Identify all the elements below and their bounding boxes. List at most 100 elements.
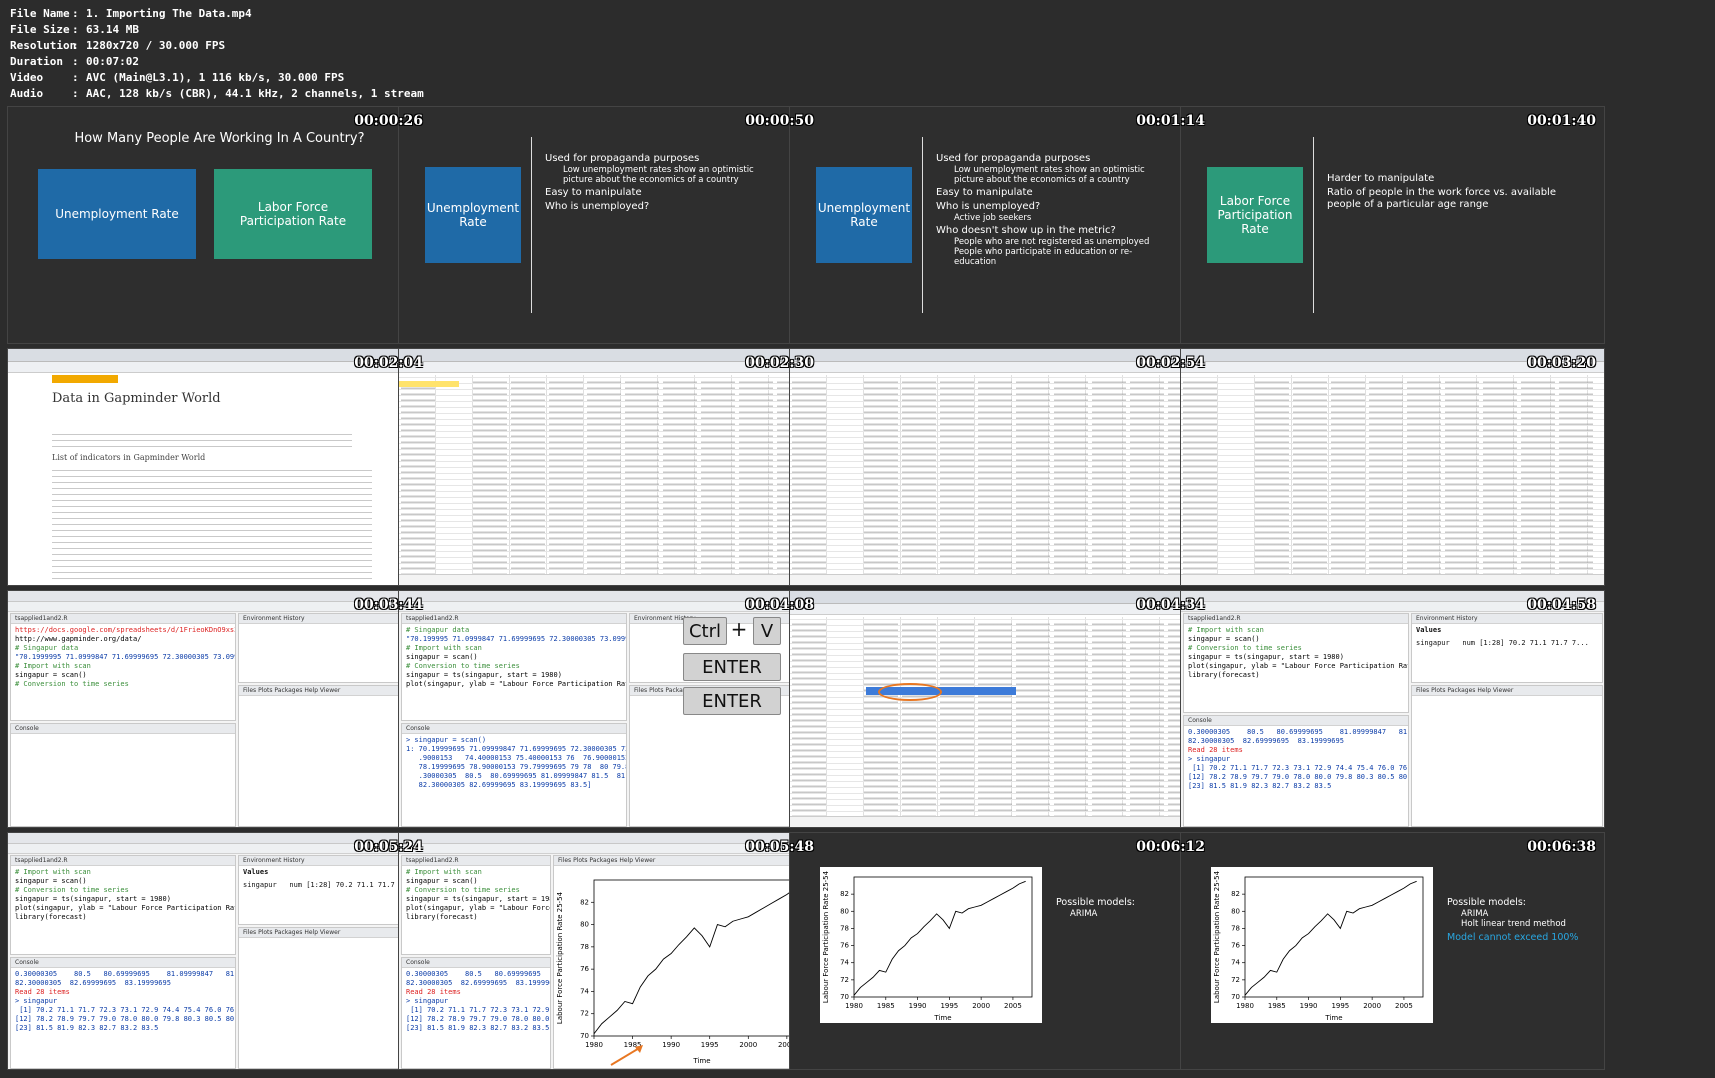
y-tick-label: 72 [840,976,849,984]
code-line: singapur = scan() [15,877,87,885]
list-title: List of indicators in Gapminder World [52,453,206,462]
thumb-5[interactable]: Data in Gapminder World List of indicato… [7,348,432,586]
thumb-10[interactable]: tsapplied1and2.R # Singapur data "70.1999… [398,590,823,828]
files-pane[interactable]: Files Plots Packages Help Viewer [1411,685,1603,827]
model-item: ARIMA [1461,909,1489,919]
y-tick-label: 74 [580,987,589,995]
thumb-2[interactable]: Unemployment Rate Used for propaganda pu… [398,106,823,344]
code-line: 82.30000305 82.69999695 83.19999695 [1188,737,1344,745]
code-line: # Conversion to time series [406,662,520,670]
plot-frame [1244,876,1424,998]
file-info-row: File Name:1. Importing The Data.mp4 [10,6,424,22]
source-editor[interactable]: tsapplied1and2.R # Import with scan singa… [401,855,551,955]
thumb-13[interactable]: tsapplied1and2.R # Import with scan singa… [7,832,432,1070]
code-line: [23] 81.5 81.9 82.3 82.7 83.2 83.5 [1188,782,1332,790]
indicator-table[interactable] [52,469,372,579]
timestamp: 00:03:44 [354,597,423,613]
divider [922,137,923,313]
file-info-colon: : [72,87,79,100]
console[interactable]: Console [10,723,236,827]
plot-frame [593,879,811,1037]
thumb-16[interactable]: 1980 1985 1990 1995 2000 2005 70 72 74 76 78 80 82 Ti… [1180,832,1605,1070]
environment-pane[interactable]: Environment History Values singapur num … [1411,613,1603,683]
thumb-7[interactable]: 00:02:54 [789,348,1214,586]
code-line: 0.30000305 80.5 80.69999695 81.09999847 … [15,970,236,978]
timestamp: 00:06:38 [1527,839,1596,855]
timestamp: 00:04:34 [1136,597,1205,613]
code-line: 78.19999695 78.90000153 79.79999695 79 7… [418,763,626,771]
thumb-6[interactable]: 00:02:30 [398,348,823,586]
bullet-list: Harder to manipulate Ratio of people in … [1327,171,1557,211]
file-info-value: 1. Importing The Data.mp4 [86,7,252,20]
timestamp: 00:02:04 [354,355,423,371]
source-editor[interactable]: tsapplied1and2.R # Import with scan singa… [10,855,236,955]
console[interactable]: Console > singapur = scan() 1: 70.1999969… [401,723,627,827]
code-line: https://docs.google.com/spreadsheets/d/1… [15,626,236,634]
file-info-value: 63.14 MB [86,23,139,36]
y-tick-label: 72 [580,1010,589,1018]
code-line: [23] 81.5 81.9 82.3 82.7 83.2 83.5 [15,1024,159,1032]
plots-pane[interactable]: Files Plots Packages Help Viewer 1980 198… [553,855,821,1069]
spreadsheet[interactable] [790,375,1213,575]
code-line: # Import with scan [1188,626,1264,634]
thumb-9[interactable]: tsapplied1and2.R https://docs.google.com… [7,590,432,828]
rstudio-window: tsapplied1and2.R # Singapur data "70.1999… [399,591,822,827]
code-line: # Conversion to time series [1188,644,1302,652]
file-info-colon: : [72,55,79,68]
source-editor[interactable]: tsapplied1and2.R # Import with scan singa… [1183,613,1409,713]
lfpr-box: Labor Force Participation Rate [214,169,372,259]
plot-image: 1980 1985 1990 1995 2000 2005 70 72 74 76 78 80 82 Ti… [1211,867,1433,1023]
thumb-15[interactable]: 1980 1985 1990 1995 2000 2005 70 72 74 76 78 80 82 Ti… [789,832,1214,1070]
console[interactable]: Console 0.30000305 80.5 80.69999695 81.0… [10,957,236,1069]
bullet: Who doesn't show up in the metric? [936,225,1116,236]
code-line: plot(singapur, ylab = "Labour Force Part… [15,904,236,912]
source-editor[interactable]: tsapplied1and2.R # Singapur data "70.1999… [401,613,627,721]
thumb-1[interactable]: How Many People Are Working In A Country… [7,106,432,344]
selected-cell[interactable] [399,381,459,387]
code-line: "70.1999995 71.0999847 71.69999695 72.30… [15,653,236,661]
code-line: > singapur [1188,755,1231,763]
key-ctrl: Ctrl [683,617,727,645]
divider [1313,137,1314,313]
spreadsheet[interactable] [399,375,822,575]
y-tick-label: 76 [580,965,589,973]
console[interactable]: Console 0.30000305 80.5 80.69999695 81.0… [401,957,551,1069]
code-line: # Singapur data [15,644,79,652]
file-info-key: File Size [10,23,70,36]
thumb-14[interactable]: tsapplied1and2.R # Import with scan singa… [398,832,823,1070]
code-line: # Conversion to time series [15,886,129,894]
key-plus: + [730,617,748,641]
file-info-colon: : [72,71,79,84]
thumb-4[interactable]: Labor Force Participation Rate Harder to… [1180,106,1605,344]
page-title: Data in Gapminder World [52,391,221,406]
x-tick-label: 2000 [1363,1002,1381,1010]
console[interactable]: Console 0.30000305 80.5 80.69999695 81.0… [1183,715,1409,827]
sheet-footer [1181,574,1604,585]
code-line: plot(singapur, ylab = "Labour Force Part… [406,680,627,688]
y-tick-label: 82 [580,898,589,906]
model-warning: Model cannot exceed 100% [1447,932,1579,943]
thumb-8[interactable]: 00:03:20 [1180,348,1605,586]
thumb-11[interactable]: 00:04:34 [789,590,1214,828]
y-tick-label: 70 [1231,993,1240,1001]
file-info-row: File Size:63.14 MB [10,22,424,38]
rstudio-window: tsapplied1and2.R # Import with scan singa… [399,833,822,1069]
sub-bullet: People who participate in education or r… [954,247,1133,267]
spreadsheet[interactable] [790,617,1213,817]
code-line: 0.30000305 80.5 80.69999695 81.09999847 … [1188,728,1409,736]
series-line [593,885,803,1035]
thumb-3[interactable]: Unemployment Rate Used for propaganda pu… [789,106,1214,344]
env-singapur-row[interactable]: singapur num [1:28] 70.2 71.1 71.7 7... [1412,637,1602,650]
source-editor[interactable]: tsapplied1and2.R https://docs.google.com… [10,613,236,721]
series-line [1244,880,1417,996]
code-line: plot(singapur, ylab = "Labour Force Part… [406,904,550,912]
spreadsheet[interactable] [1181,375,1604,575]
rstudio-window: tsapplied1and2.R # Import with scan singa… [8,833,431,1069]
rstudio-window: tsapplied1and2.R https://docs.google.com… [8,591,431,827]
y-tick-label: 76 [840,942,849,950]
x-tick-label: 1985 [1268,1002,1286,1010]
code-line: [1] 70.2 71.1 71.7 72.3 73.1 72.9 74.4 7… [1192,764,1408,772]
thumb-12[interactable]: tsapplied1and2.R # Import with scan singa… [1180,590,1605,828]
y-tick-label: 82 [840,890,849,898]
file-info: File Name:1. Importing The Data.mp4 File … [10,6,424,102]
